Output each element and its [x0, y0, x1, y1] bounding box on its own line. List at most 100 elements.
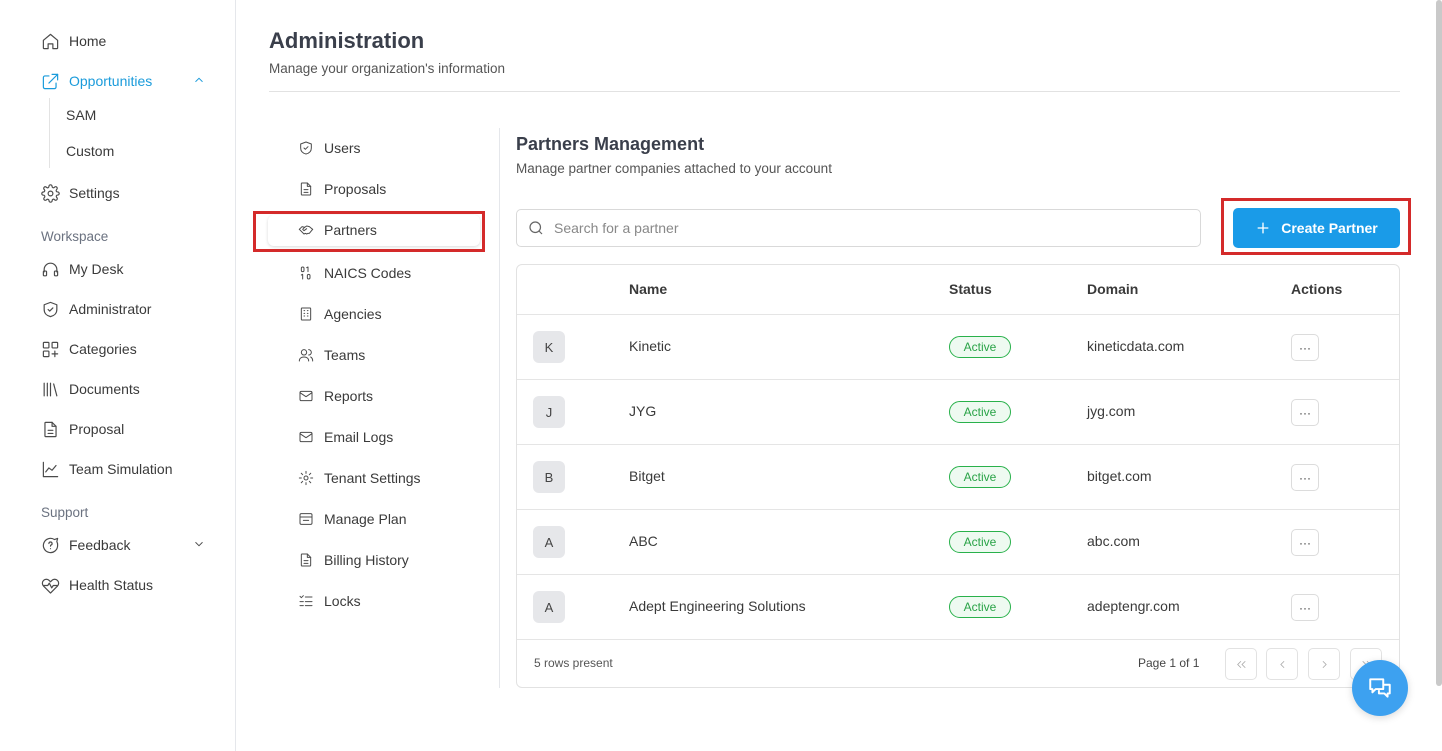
avatar: J [533, 396, 565, 428]
admin-menu-label: Teams [324, 347, 366, 363]
admin-menu-label: Users [324, 140, 361, 156]
chat-icon [1369, 678, 1391, 698]
row-actions-button[interactable]: ··· [1291, 529, 1319, 556]
partner-domain: bitget.com [1087, 468, 1152, 484]
chat-support-button[interactable] [1352, 660, 1408, 716]
sidebar-item-administrator[interactable]: Administrator [40, 297, 210, 321]
inbox-icon [297, 510, 315, 528]
gear-icon [40, 183, 60, 203]
admin-menu-divider [499, 128, 500, 688]
page-scrollbar[interactable] [1436, 0, 1442, 686]
rows-count: 5 rows present [534, 656, 613, 670]
categories-icon [40, 339, 60, 359]
admin-menu-label: Locks [324, 593, 361, 609]
admin-menu-item-teams[interactable]: Teams [297, 344, 365, 366]
sidebar-item-proposal[interactable]: Proposal [40, 417, 210, 441]
header-divider [269, 91, 1400, 92]
heart-pulse-icon [40, 575, 60, 595]
sidebar-item-label: Settings [69, 185, 120, 201]
partner-search-input[interactable] [554, 220, 1154, 236]
highlight-box-partners [253, 211, 485, 252]
table-row[interactable]: J JYG Active jyg.com ··· [517, 379, 1399, 444]
sidebar-item-label: Home [69, 33, 107, 49]
document-icon [297, 551, 315, 569]
section-label-support: Support [41, 505, 89, 520]
row-actions-button[interactable]: ··· [1291, 464, 1319, 491]
avatar: B [533, 461, 565, 493]
column-header-status[interactable]: Status [949, 281, 992, 297]
previous-page-button[interactable] [1266, 648, 1298, 680]
chevron-left-icon [1279, 660, 1284, 668]
table-row[interactable]: B Bitget Active bitget.com ··· [517, 444, 1399, 509]
partner-name: ABC [629, 533, 658, 549]
table-row[interactable]: K Kinetic Active kineticdata.com ··· [517, 314, 1399, 379]
sidebar-item-opportunities[interactable]: Opportunities [40, 69, 210, 93]
mail-icon [297, 387, 315, 405]
partners-table: Name Status Domain Actions K Kinetic Act… [516, 264, 1400, 688]
page-subtitle: Manage your organization's information [269, 61, 505, 76]
sidebar-item-label: Documents [69, 381, 140, 397]
avatar: K [533, 331, 565, 363]
row-actions-button[interactable]: ··· [1291, 334, 1319, 361]
sidebar-item-documents[interactable]: Documents [40, 377, 210, 401]
next-page-button[interactable] [1308, 648, 1340, 680]
shield-check-icon [297, 139, 315, 157]
sidebar-item-label: My Desk [69, 261, 124, 277]
sidebar-item-health-status[interactable]: Health Status [40, 573, 210, 597]
admin-menu-item-proposals[interactable]: Proposals [297, 178, 386, 200]
admin-menu-item-locks[interactable]: Locks [297, 590, 361, 612]
sidebar-subitem-sam[interactable]: SAM [66, 107, 96, 123]
binary-icon [297, 264, 315, 282]
partner-domain: jyg.com [1087, 403, 1136, 419]
external-link-icon [40, 71, 60, 91]
list-check-icon [297, 592, 315, 610]
panel-title: Partners Management [516, 134, 705, 154]
admin-menu-item-email-logs[interactable]: Email Logs [297, 426, 393, 448]
admin-menu-item-manage-plan[interactable]: Manage Plan [297, 508, 407, 530]
mail-icon [297, 428, 315, 446]
sidebar-item-team-simulation[interactable]: Team Simulation [40, 457, 210, 481]
row-actions-button[interactable]: ··· [1291, 594, 1319, 621]
sidebar-item-categories[interactable]: Categories [40, 337, 210, 361]
row-actions-button[interactable]: ··· [1291, 399, 1319, 426]
document-icon [297, 180, 315, 198]
chevron-down-icon[interactable] [192, 537, 206, 554]
sidebar-item-home[interactable]: Home [40, 29, 210, 53]
sidebar-item-my-desk[interactable]: My Desk [40, 257, 210, 281]
partner-name: JYG [629, 403, 657, 419]
admin-menu-item-tenant-settings[interactable]: Tenant Settings [297, 467, 421, 489]
admin-menu-item-billing-history[interactable]: Billing History [297, 549, 409, 571]
admin-menu-item-users[interactable]: Users [297, 137, 361, 159]
admin-menu-item-naics-codes[interactable]: NAICS Codes [297, 262, 411, 284]
avatar: A [533, 591, 565, 623]
table-row[interactable]: A ABC Active abc.com ··· [517, 509, 1399, 574]
partner-domain: kineticdata.com [1087, 338, 1185, 354]
column-header-domain[interactable]: Domain [1087, 281, 1138, 297]
document-icon [40, 419, 60, 439]
partner-search-box[interactable] [516, 209, 1201, 247]
sidebar-item-label: Feedback [69, 537, 131, 553]
first-page-button[interactable] [1225, 648, 1257, 680]
chevron-up-icon[interactable] [192, 73, 206, 90]
gear-icon [297, 469, 315, 487]
admin-menu-item-reports[interactable]: Reports [297, 385, 373, 407]
chevrons-left-icon [1236, 660, 1246, 668]
app: Home Opportunities SAM Custom Settings W… [0, 0, 1442, 751]
status-badge: Active [949, 336, 1011, 358]
sidebar-subitem-custom[interactable]: Custom [66, 143, 114, 159]
sidebar-item-settings[interactable]: Settings [40, 181, 210, 205]
sidebar-item-label: Categories [69, 341, 137, 357]
column-header-name[interactable]: Name [629, 281, 667, 297]
table-row[interactable]: A Adept Engineering Solutions Active ade… [517, 574, 1399, 639]
admin-menu-label: Agencies [324, 306, 382, 322]
home-icon [40, 31, 60, 51]
partner-name: Adept Engineering Solutions [629, 598, 806, 614]
admin-menu-label: NAICS Codes [324, 265, 412, 281]
building-icon [297, 305, 315, 323]
subnav-divider [49, 98, 50, 168]
shield-icon [40, 299, 60, 319]
sidebar-item-label: Team Simulation [69, 461, 173, 477]
sidebar-item-feedback[interactable]: Feedback [40, 533, 210, 557]
admin-menu-item-agencies[interactable]: Agencies [297, 303, 382, 325]
partner-domain: abc.com [1087, 533, 1140, 549]
